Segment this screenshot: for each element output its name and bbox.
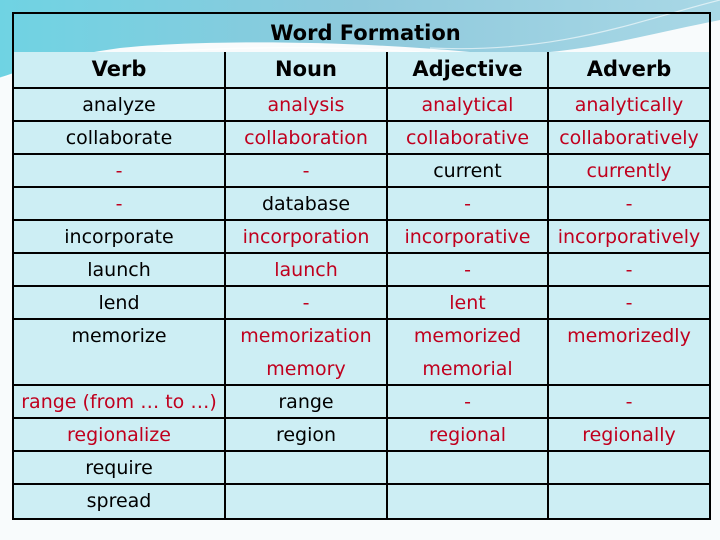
word-adverb: incorporatively [557,226,701,248]
table-cell-noun: - [226,287,388,320]
word-noun: incorporation [242,226,370,248]
word-adverb: - [625,259,633,281]
word-adjective: regional [428,424,506,446]
word-verb: launch [87,259,151,281]
table-cell-adverb: - [549,386,709,419]
column-header-adverb: Adverb [549,52,709,89]
word-adjective: current [433,160,502,182]
word-noun: - [302,292,310,314]
table-cell-adjective: analytical [388,89,549,122]
word-adjective: - [464,193,471,215]
table-cell-adjective: incorporative [388,221,549,254]
table-cell-verb: incorporate [14,221,226,254]
table-cell-adverb [549,452,709,485]
table-cell-adjective: - [388,386,549,419]
table-cell-noun [226,485,388,518]
table-cell-verb: collaborate [14,122,226,155]
table-cell-adjective: collaborative [388,122,549,155]
table-cell-verb: memorize [14,320,226,386]
word-noun: range [278,391,334,413]
word-noun: collaboration [244,127,368,149]
table-grid: Verb Noun Adjective Adverb analyze analysis an… [14,52,709,518]
word-noun: region [275,424,337,446]
table-cell-verb: - [14,188,226,221]
table-cell-verb: launch [14,254,226,287]
word-adverb: memorizedly [567,325,691,347]
word-adjective: memorial [422,358,513,380]
word-adjective: analytical [421,94,514,116]
word-adverb: - [625,391,633,413]
word-adjective: collaborative [405,127,530,149]
word-adverb: analytically [574,94,684,116]
word-noun: - [302,160,310,182]
word-adverb: collaboratively [559,127,699,149]
table-cell-adverb: - [549,287,709,320]
table-title: Word Formation [14,14,709,54]
word-verb: - [115,160,123,182]
word-adjective: lent [449,292,486,314]
table-cell-adjective [388,485,549,518]
word-adverb: - [625,292,633,314]
table-cell-adjective [388,452,549,485]
word-noun: memory [266,358,346,380]
word-noun: database [261,193,351,215]
word-adjective: - [464,259,471,281]
word-noun: launch [274,259,338,281]
table-cell-adverb: - [549,188,709,221]
table-cell-adverb: - [549,254,709,287]
table-cell-adjective: memorized memorial [388,320,549,386]
word-verb: memorize [71,325,167,347]
table-cell-verb: regionalize [14,419,226,452]
word-verb: range (from … to …) [21,391,217,413]
word-adjective: incorporative [404,226,531,248]
word-adjective: - [464,391,471,413]
table-cell-verb: range (from … to …) [14,386,226,419]
word-adjective: memorized [413,325,522,347]
word-formation-table: Word Formation Verb Noun Adjective Adverb an… [12,12,711,520]
table-cell-noun [226,452,388,485]
word-verb: analyze [82,94,156,116]
table-cell-verb: analyze [14,89,226,122]
word-verb: lend [98,292,140,314]
table-cell-noun: range [226,386,388,419]
column-header-noun: Noun [226,52,388,89]
word-verb: collaborate [65,127,173,149]
word-verb: spread [86,490,152,512]
table-cell-adjective: current [388,155,549,188]
table-cell-noun: collaboration [226,122,388,155]
table-cell-adjective: regional [388,419,549,452]
table-cell-adverb [549,485,709,518]
table-cell-adverb: memorizedly [549,320,709,386]
table-cell-verb: lend [14,287,226,320]
table-cell-noun: database [226,188,388,221]
word-verb: incorporate [64,226,174,248]
word-verb: require [85,457,153,479]
table-cell-adverb: regionally [549,419,709,452]
table-cell-adverb: currently [549,155,709,188]
table-cell-noun: launch [226,254,388,287]
table-cell-verb: - [14,155,226,188]
table-cell-verb: spread [14,485,226,518]
table-cell-noun: - [226,155,388,188]
table-cell-adverb: collaboratively [549,122,709,155]
table-cell-adjective: lent [388,287,549,320]
column-header-verb: Verb [14,52,226,89]
word-verb: regionalize [67,424,171,446]
table-cell-adverb: analytically [549,89,709,122]
word-adverb: regionally [582,424,676,446]
table-cell-noun: region [226,419,388,452]
table-cell-verb: require [14,452,226,485]
word-verb: - [115,193,123,215]
table-cell-noun: memorization memory [226,320,388,386]
table-cell-adverb: incorporatively [549,221,709,254]
word-adverb: currently [586,160,672,182]
column-header-adjective: Adjective [388,52,549,89]
word-noun: analysis [267,94,345,116]
table-cell-noun: analysis [226,89,388,122]
table-cell-adjective: - [388,188,549,221]
table-cell-adjective: - [388,254,549,287]
word-adverb: - [625,193,633,215]
word-noun: memorization [240,325,372,347]
table-cell-noun: incorporation [226,221,388,254]
